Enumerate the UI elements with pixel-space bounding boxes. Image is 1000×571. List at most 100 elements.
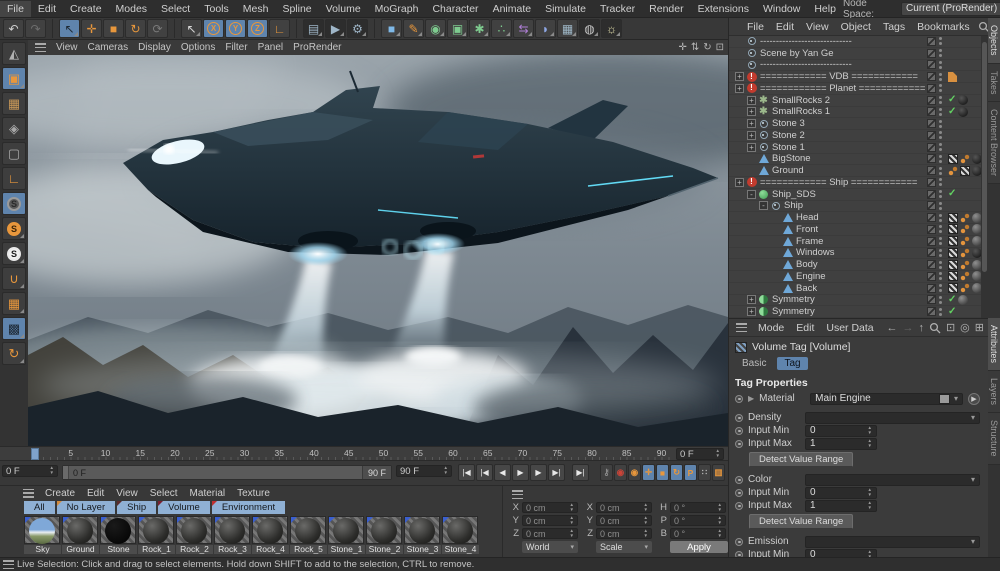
tree-row[interactable]: Ground: [729, 165, 988, 177]
snap-button[interactable]: ∪: [2, 267, 26, 290]
timeline-ruler[interactable]: 051015202530354045505560657075808590 0 F…: [0, 446, 728, 461]
layer-icon[interactable]: [927, 60, 936, 70]
search-icon[interactable]: [929, 322, 941, 334]
rotate-view-icon[interactable]: ↻: [703, 42, 711, 53]
material-thumbnail[interactable]: [100, 516, 136, 544]
layer-icon[interactable]: [927, 107, 936, 117]
attribute-menu-icon[interactable]: [736, 323, 747, 332]
expander-icon[interactable]: +: [747, 130, 756, 140]
workplane-mode-button[interactable]: ◈: [2, 117, 26, 140]
checker-tag-icon[interactable]: [948, 236, 958, 247]
viewport-menu-options[interactable]: Options: [176, 41, 220, 54]
menu-animate[interactable]: Animate: [486, 1, 539, 17]
layer-tab-volume[interactable]: Volume: [158, 501, 210, 514]
layer-icon[interactable]: [927, 295, 936, 305]
menu-volume[interactable]: Volume: [319, 1, 368, 17]
coordinate-input[interactable]: 0 cm ▲ ▼: [596, 528, 652, 539]
prev-frame-button[interactable]: ◀: [494, 464, 511, 481]
render-picture-viewer-button[interactable]: ▶: [325, 19, 346, 38]
quantize-button[interactable]: ▦: [2, 292, 26, 315]
tree-row[interactable]: + Symmetry ✓: [729, 306, 988, 318]
material-thumbnail[interactable]: [214, 516, 250, 544]
material-menu-material[interactable]: Material: [184, 487, 232, 500]
timeline-range-slider[interactable]: 0 F 90 F: [62, 465, 392, 480]
keyframe-dot-icon[interactable]: [735, 501, 743, 510]
menu-render[interactable]: Render: [642, 1, 690, 17]
visibility-dots-icon[interactable]: [939, 131, 942, 140]
layer-icon[interactable]: [927, 83, 936, 93]
sphdark-tag-icon[interactable]: [958, 106, 969, 117]
tree-row[interactable]: Back: [729, 283, 988, 295]
current-frame-marker[interactable]: [31, 448, 39, 460]
bend-deformer-button[interactable]: ◗: [535, 19, 556, 38]
tree-row[interactable]: -----------------------------: [729, 59, 988, 72]
generator-button[interactable]: ▣: [447, 19, 468, 38]
frame-spinner[interactable]: 0 F ▲ ▼: [2, 465, 58, 477]
menu-select[interactable]: Select: [154, 1, 197, 17]
visibility-dots-icon[interactable]: [939, 166, 942, 175]
tree-row[interactable]: + Symmetry ✓: [729, 294, 988, 307]
keyframe-selection-button[interactable]: ◉: [628, 464, 641, 481]
dots-tag-icon[interactable]: [948, 165, 958, 176]
tree-row[interactable]: BigStone: [729, 153, 988, 166]
side-tab-takes[interactable]: Takes: [988, 63, 1000, 103]
pick-material-button[interactable]: ▶: [968, 392, 980, 405]
side-tab-objects[interactable]: Objects: [988, 18, 1000, 64]
keyframe-dot-icon[interactable]: [735, 439, 743, 448]
expander-icon[interactable]: +: [735, 177, 744, 187]
coordinate-input[interactable]: 0 cm ▲ ▼: [522, 528, 578, 539]
number-input[interactable]: 1 ▲ ▼: [805, 437, 877, 450]
expander-icon[interactable]: +: [747, 295, 756, 305]
expander-icon[interactable]: +: [747, 107, 756, 117]
visibility-dots-icon[interactable]: [939, 178, 942, 187]
tree-row[interactable]: -----------------------------: [729, 36, 988, 48]
material-thumbnail[interactable]: [442, 516, 478, 544]
status-menu-icon[interactable]: [3, 560, 14, 569]
material-item[interactable]: Rock_1: [138, 516, 175, 554]
layer-tab-ship[interactable]: Ship: [117, 501, 157, 514]
visibility-dots-icon[interactable]: [939, 49, 942, 58]
visibility-dots-icon[interactable]: [939, 201, 942, 210]
note-tag-icon[interactable]: [948, 71, 957, 82]
stepper-icon[interactable]: ▲▼: [718, 515, 722, 526]
render-view-button[interactable]: ▤: [303, 19, 324, 38]
property-dropdown-field[interactable]: ▾: [805, 411, 980, 424]
solo-hierarchy-button[interactable]: S: [2, 242, 26, 265]
coordinate-mode-dropdown[interactable]: World ▾: [522, 541, 578, 553]
menu-tracker[interactable]: Tracker: [593, 1, 642, 17]
keyframe-dot-icon[interactable]: [735, 488, 743, 497]
layer-icon[interactable]: [927, 130, 936, 140]
workplane-lock-button[interactable]: ▩: [2, 317, 26, 340]
layer-icon[interactable]: [927, 189, 936, 199]
material-menu-texture[interactable]: Texture: [231, 487, 276, 500]
end-frame-spinner[interactable]: 90 F ▲ ▼: [396, 465, 452, 477]
coordinate-input[interactable]: 0 ° ▲ ▼: [670, 528, 726, 539]
layer-icon[interactable]: [927, 119, 936, 129]
checker-tag-icon[interactable]: [960, 165, 970, 176]
visibility-dots-icon[interactable]: [939, 37, 942, 46]
visibility-dots-icon[interactable]: [939, 248, 942, 257]
keyframe-dot-icon[interactable]: [735, 426, 743, 435]
visibility-dots-icon[interactable]: [939, 84, 942, 93]
parent-icon[interactable]: ↑: [918, 322, 924, 334]
visibility-dots-icon[interactable]: [939, 143, 942, 152]
material-menu-create[interactable]: Create: [39, 487, 81, 500]
number-input[interactable]: 0 ▲ ▼: [805, 424, 877, 437]
coordinate-input[interactable]: 0 cm ▲ ▼: [522, 502, 578, 513]
checker-tag-icon[interactable]: [948, 153, 958, 164]
last-tool-button[interactable]: ⟳: [147, 19, 168, 38]
visibility-dots-icon[interactable]: [939, 307, 942, 316]
menu-create[interactable]: Create: [63, 1, 109, 17]
layer-icon[interactable]: [927, 307, 936, 317]
tree-row[interactable]: Scene by Yan Ge: [729, 48, 988, 60]
layer-icon[interactable]: [927, 201, 936, 211]
move-tool-button[interactable]: ✛: [81, 19, 102, 38]
keyframe-dot-icon[interactable]: [735, 537, 743, 546]
visibility-dots-icon[interactable]: [939, 237, 942, 246]
history-back-icon[interactable]: ←: [886, 322, 897, 334]
undo-button[interactable]: ↶: [3, 19, 24, 38]
redo-button[interactable]: ↷: [25, 19, 46, 38]
layer-tab-environment[interactable]: Environment: [211, 501, 286, 514]
object-menu-bookmarks[interactable]: Bookmarks: [911, 20, 976, 34]
stepper-icon[interactable]: ▲▼: [718, 502, 722, 513]
